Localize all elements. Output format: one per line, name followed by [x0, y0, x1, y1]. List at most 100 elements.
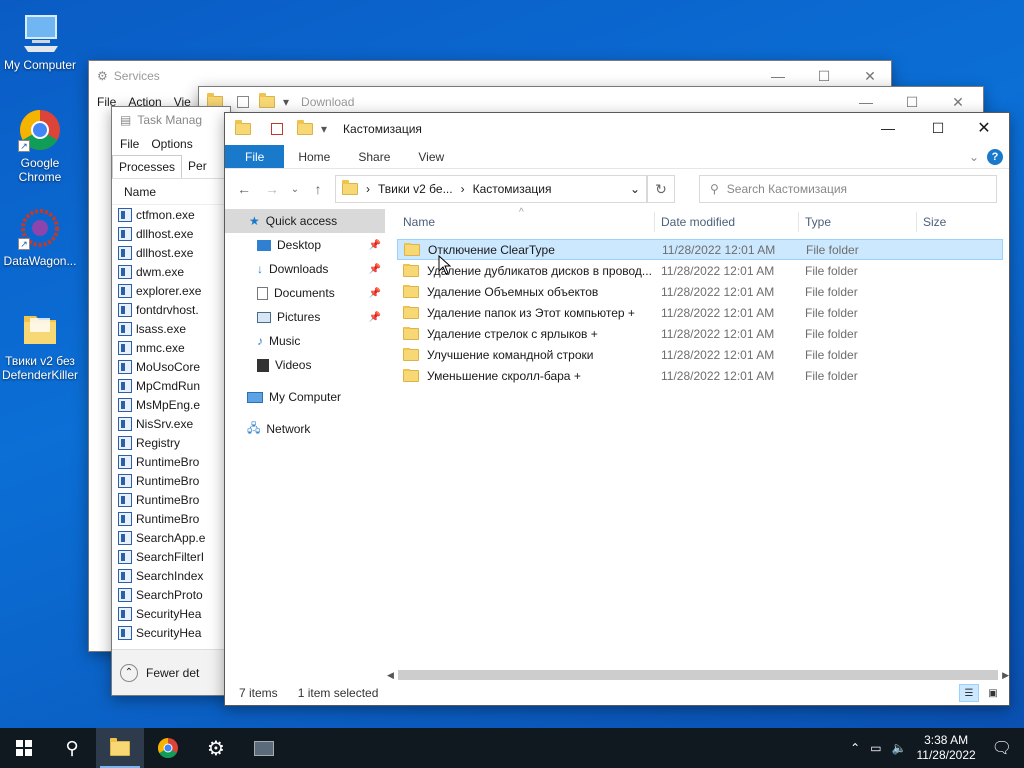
task-manager-titlebar[interactable]: ▤ Task Manag — [112, 107, 230, 133]
process-row[interactable]: ctfmon.exe — [112, 205, 230, 224]
explorer-window[interactable]: ▾ Кастомизация — ☐ ✕ File Home Share Vie… — [224, 112, 1010, 706]
file-row[interactable]: Улучшение командной строки 11/28/2022 12:… — [397, 344, 1003, 365]
taskbar-chrome[interactable] — [144, 728, 192, 768]
menu-file[interactable]: File — [120, 137, 139, 151]
volume-icon[interactable]: 🔈 — [892, 741, 907, 755]
column-type[interactable]: Type — [799, 212, 917, 232]
file-row[interactable]: Удаление стрелок с ярлыков + 11/28/2022 1… — [397, 323, 1003, 344]
process-row[interactable]: SearchProto — [112, 585, 230, 604]
explorer-titlebar[interactable]: ▾ Кастомизация — ☐ ✕ — [225, 113, 1009, 145]
process-row[interactable]: RuntimeBro — [112, 471, 230, 490]
process-row[interactable]: MoUsoCore — [112, 357, 230, 376]
customize-qat-icon[interactable]: ▾ — [321, 122, 327, 136]
search-box[interactable]: ⚲ Search Кастомизация — [699, 175, 997, 203]
process-row[interactable]: mmc.exe — [112, 338, 230, 357]
file-row[interactable]: Отключение ClearType 11/28/2022 12:01 AM F… — [397, 239, 1003, 260]
column-name[interactable]: Name — [112, 179, 230, 205]
process-row[interactable]: dllhost.exe — [112, 224, 230, 243]
column-date-modified[interactable]: Date modified — [655, 212, 799, 232]
process-row[interactable]: SearchFilterI — [112, 547, 230, 566]
breadcrumb-current[interactable]: Кастомизация — [473, 182, 552, 196]
notifications-icon[interactable]: 🗨 — [992, 738, 1012, 758]
taskbar-task-manager[interactable] — [240, 728, 288, 768]
chevron-up-icon[interactable]: ⌃ — [120, 663, 138, 682]
address-dropdown-icon[interactable]: ⌄ — [630, 182, 640, 196]
start-button[interactable] — [0, 728, 48, 768]
clock[interactable]: 3:38 AM 11/28/2022 — [917, 733, 976, 763]
nav-videos[interactable]: Videos — [225, 353, 385, 377]
search-button[interactable]: ⚲ — [48, 728, 96, 768]
help-icon[interactable]: ? — [987, 148, 1003, 165]
pin-icon[interactable]: 📌 — [369, 264, 381, 275]
desktop-icon-google-chrome[interactable]: ↗ Google Chrome — [0, 108, 80, 184]
expand-ribbon-icon[interactable]: ⌄ — [969, 150, 979, 164]
process-row[interactable]: Registry — [112, 433, 230, 452]
nav-documents[interactable]: Documents 📌 — [225, 281, 385, 305]
process-row[interactable]: RuntimeBro — [112, 509, 230, 528]
nav-quick-access[interactable]: ★ Quick access — [225, 209, 385, 233]
nav-desktop[interactable]: Desktop 📌 — [225, 233, 385, 257]
task-manager-window[interactable]: ▤ Task Manag File Options Processes Per … — [111, 106, 231, 696]
tab-processes[interactable]: Processes — [112, 155, 183, 178]
process-row[interactable]: dllhost.exe — [112, 243, 230, 262]
forward-arrow-icon[interactable]: → — [261, 178, 283, 200]
tab-view[interactable]: View — [404, 145, 458, 168]
file-row[interactable]: Удаление Объемных объектов 11/28/2022 12:… — [397, 281, 1003, 302]
tab-share[interactable]: Share — [344, 145, 404, 168]
column-size[interactable]: Size — [917, 212, 997, 232]
column-name[interactable]: Name — [397, 212, 655, 232]
desktop-icon-datawagon[interactable]: ↗ DataWagon... — [0, 206, 80, 268]
nav-pictures[interactable]: Pictures 📌 — [225, 305, 385, 329]
close-button[interactable]: ✕ — [961, 113, 1007, 143]
new-folder-icon[interactable] — [297, 120, 313, 135]
file-row[interactable]: Удаление дубликатов дисков в провод... 11… — [397, 260, 1003, 281]
refresh-icon[interactable]: ↻ — [647, 175, 675, 203]
scroll-left-icon[interactable]: ◀ — [387, 670, 394, 681]
breadcrumb-parent[interactable]: Твики v2 бе... — [378, 182, 453, 196]
recent-locations-icon[interactable]: ⌄ — [289, 178, 301, 200]
pin-icon[interactable]: 📌 — [369, 312, 381, 323]
process-row[interactable]: RuntimeBro — [112, 452, 230, 471]
properties-icon[interactable] — [271, 123, 283, 135]
up-arrow-icon[interactable]: ↑ — [307, 178, 329, 200]
network-icon[interactable]: ▭ — [870, 741, 881, 755]
maximize-button[interactable]: ☐ — [915, 113, 961, 143]
address-bar[interactable]: › Твики v2 бе... › Кастомизация ⌄ — [335, 175, 647, 203]
nav-network[interactable]: 🖧 Network — [225, 417, 385, 441]
scrollbar-thumb[interactable] — [397, 670, 999, 680]
tab-file[interactable]: File — [225, 145, 285, 168]
nav-my-computer[interactable]: My Computer — [225, 385, 385, 409]
desktop-icon-tweaks-folder[interactable]: Твики v2 без DefenderKiller — [0, 306, 80, 382]
nav-music[interactable]: ♪ Music — [225, 329, 385, 353]
process-row[interactable]: MpCmdRun — [112, 376, 230, 395]
process-row[interactable]: SearchIndex — [112, 566, 230, 585]
nav-downloads[interactable]: ↓ Downloads 📌 — [225, 257, 385, 281]
process-row[interactable]: RuntimeBro — [112, 490, 230, 509]
details-view-icon[interactable]: ☰ — [959, 684, 979, 702]
fewer-details-link[interactable]: Fewer det — [146, 666, 199, 680]
file-row[interactable]: Удаление папок из Этот компьютер + 11/28/… — [397, 302, 1003, 323]
back-arrow-icon[interactable]: ← — [233, 178, 255, 200]
large-icons-view-icon[interactable]: ▣ — [983, 684, 1003, 702]
minimize-button[interactable]: — — [865, 113, 911, 143]
tab-home[interactable]: Home — [284, 145, 344, 168]
process-row[interactable]: NisSrv.exe — [112, 414, 230, 433]
process-row[interactable]: explorer.exe — [112, 281, 230, 300]
process-row[interactable]: SearchApp.e — [112, 528, 230, 547]
taskbar-services[interactable]: ⚙ — [192, 728, 240, 768]
pin-icon[interactable]: 📌 — [369, 288, 381, 299]
chevron-up-icon[interactable]: ⌃ — [850, 741, 860, 755]
process-row[interactable]: SecurityHea — [112, 623, 230, 642]
desktop-icon-my-computer[interactable]: My Computer — [0, 10, 80, 72]
process-row[interactable]: MsMpEng.e — [112, 395, 230, 414]
file-row[interactable]: Уменьшение скролл-бара + 11/28/2022 12:01… — [397, 365, 1003, 386]
taskbar-file-explorer[interactable] — [96, 728, 144, 768]
tab-performance[interactable]: Per — [182, 155, 213, 178]
menu-options[interactable]: Options — [151, 137, 192, 151]
process-row[interactable]: fontdrvhost. — [112, 300, 230, 319]
process-row[interactable]: lsass.exe — [112, 319, 230, 338]
process-row[interactable]: dwm.exe — [112, 262, 230, 281]
scroll-right-icon[interactable]: ▶ — [1002, 670, 1009, 681]
search-input[interactable]: Search Кастомизация — [727, 182, 847, 196]
process-row[interactable]: SecurityHea — [112, 604, 230, 623]
